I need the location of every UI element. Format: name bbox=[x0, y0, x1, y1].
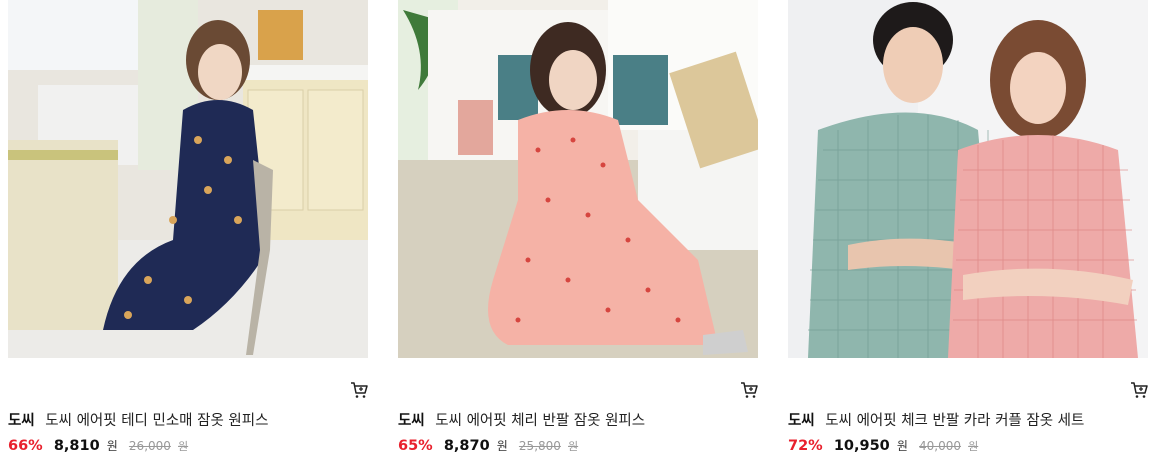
product-title[interactable]: 도씨 도씨 에어핏 체크 반팔 카라 커플 잠옷 세트 bbox=[788, 411, 1148, 431]
product-photo-couple-check-set bbox=[788, 0, 1148, 358]
sale-price: 8,810 bbox=[53, 438, 100, 454]
product-name: 도씨 에어핏 체크 반팔 카라 커플 잠옷 세트 bbox=[825, 413, 1085, 429]
sale-price: 8,870 bbox=[443, 438, 490, 454]
product-title[interactable]: 도씨 도씨 에어핏 체리 반팔 잠옷 원피스 bbox=[398, 411, 758, 431]
add-to-cart-button[interactable] bbox=[350, 381, 368, 399]
discount-rate: 72% bbox=[788, 438, 823, 454]
product-card: 도씨 도씨 에어핏 체리 반팔 잠옷 원피스 65% 8,870 원 25,80… bbox=[398, 0, 758, 464]
product-image[interactable] bbox=[8, 0, 368, 358]
cart-icon bbox=[741, 382, 758, 398]
product-image[interactable] bbox=[788, 0, 1148, 358]
product-photo-cherry-dress bbox=[398, 0, 758, 358]
original-price: 25,800 bbox=[518, 439, 561, 453]
original-currency-unit: 원 bbox=[178, 440, 189, 453]
currency-unit: 원 bbox=[106, 439, 118, 453]
product-title[interactable]: 도씨 도씨 에어핏 테디 민소매 잠옷 원피스 bbox=[8, 411, 368, 431]
product-card: 도씨 도씨 에어핏 체크 반팔 카라 커플 잠옷 세트 72% 10,950 원… bbox=[788, 0, 1148, 464]
currency-unit: 원 bbox=[896, 439, 908, 453]
product-name: 도씨 에어핏 체리 반팔 잠옷 원피스 bbox=[435, 413, 646, 429]
brand-name: 도씨 bbox=[788, 413, 815, 429]
product-grid: 도씨 도씨 에어핏 테디 민소매 잠옷 원피스 66% 8,810 원 26,0… bbox=[0, 0, 1152, 464]
add-to-cart-button[interactable] bbox=[1130, 381, 1148, 399]
currency-unit: 원 bbox=[496, 439, 508, 453]
product-card: 도씨 도씨 에어핏 테디 민소매 잠옷 원피스 66% 8,810 원 26,0… bbox=[8, 0, 368, 464]
price-row: 72% 10,950 원 40,000 원 bbox=[788, 435, 978, 455]
price-row: 66% 8,810 원 26,000 원 bbox=[8, 435, 188, 455]
original-price: 40,000 bbox=[919, 439, 962, 453]
price-row: 65% 8,870 원 25,800 원 bbox=[398, 435, 578, 455]
product-photo-teddy-dress bbox=[8, 0, 368, 358]
original-price: 26,000 bbox=[128, 439, 171, 453]
sale-price: 10,950 bbox=[833, 438, 890, 454]
cart-icon bbox=[1131, 382, 1148, 398]
brand-name: 도씨 bbox=[398, 413, 425, 429]
original-currency-unit: 원 bbox=[968, 440, 979, 453]
product-name: 도씨 에어핏 테디 민소매 잠옷 원피스 bbox=[45, 413, 269, 429]
original-currency-unit: 원 bbox=[568, 440, 579, 453]
discount-rate: 66% bbox=[8, 438, 43, 454]
cart-icon bbox=[351, 382, 368, 398]
add-to-cart-button[interactable] bbox=[740, 381, 758, 399]
brand-name: 도씨 bbox=[8, 413, 35, 429]
product-image[interactable] bbox=[398, 0, 758, 358]
discount-rate: 65% bbox=[398, 438, 433, 454]
